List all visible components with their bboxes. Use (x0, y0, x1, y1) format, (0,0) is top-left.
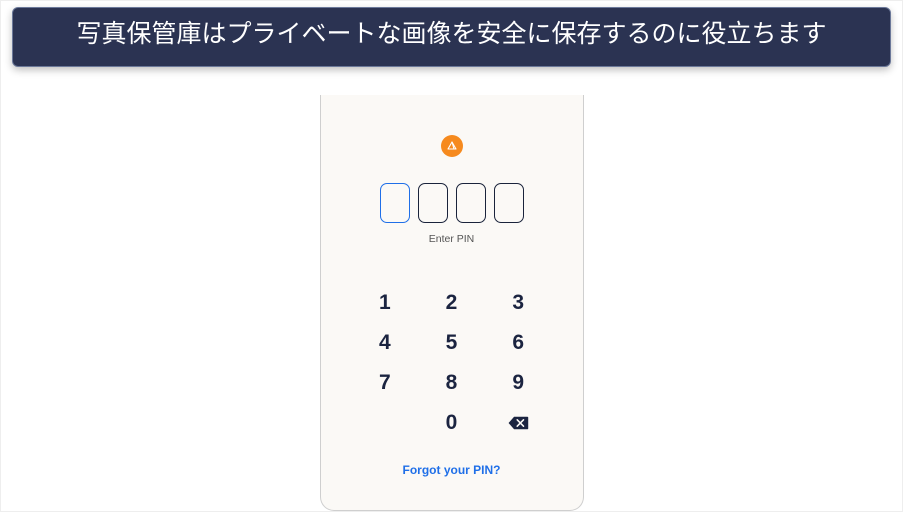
keypad-6[interactable]: 6 (485, 325, 552, 361)
keypad-8[interactable]: 8 (418, 365, 485, 401)
keypad-7[interactable]: 7 (352, 365, 419, 401)
forgot-pin-link[interactable]: Forgot your PIN? (403, 463, 501, 477)
keypad-5[interactable]: 5 (418, 325, 485, 361)
keypad-3[interactable]: 3 (485, 285, 552, 321)
keypad-4[interactable]: 4 (352, 325, 419, 361)
keypad-0[interactable]: 0 (418, 405, 485, 441)
numeric-keypad: 1 2 3 4 5 6 7 8 9 0 (352, 285, 552, 441)
keypad-9[interactable]: 9 (485, 365, 552, 401)
app-logo-icon (441, 135, 463, 157)
info-banner: 写真保管庫はプライベートな画像を安全に保存するのに役立ちます (12, 7, 891, 67)
pin-digit-1[interactable] (380, 183, 410, 223)
info-banner-text: 写真保管庫はプライベートな画像を安全に保存するのに役立ちます (76, 20, 826, 48)
keypad-1[interactable]: 1 (352, 285, 419, 321)
enter-pin-label: Enter PIN (429, 233, 475, 245)
pin-digit-2[interactable] (418, 183, 448, 223)
pin-digit-3[interactable] (456, 183, 486, 223)
backspace-icon[interactable] (485, 405, 552, 441)
keypad-2[interactable]: 2 (418, 285, 485, 321)
keypad-empty (352, 405, 419, 441)
phone-frame: Enter PIN 1 2 3 4 5 6 7 8 9 0 Forgot you… (320, 95, 584, 511)
pin-digit-4[interactable] (494, 183, 524, 223)
pin-input-group (380, 183, 524, 223)
